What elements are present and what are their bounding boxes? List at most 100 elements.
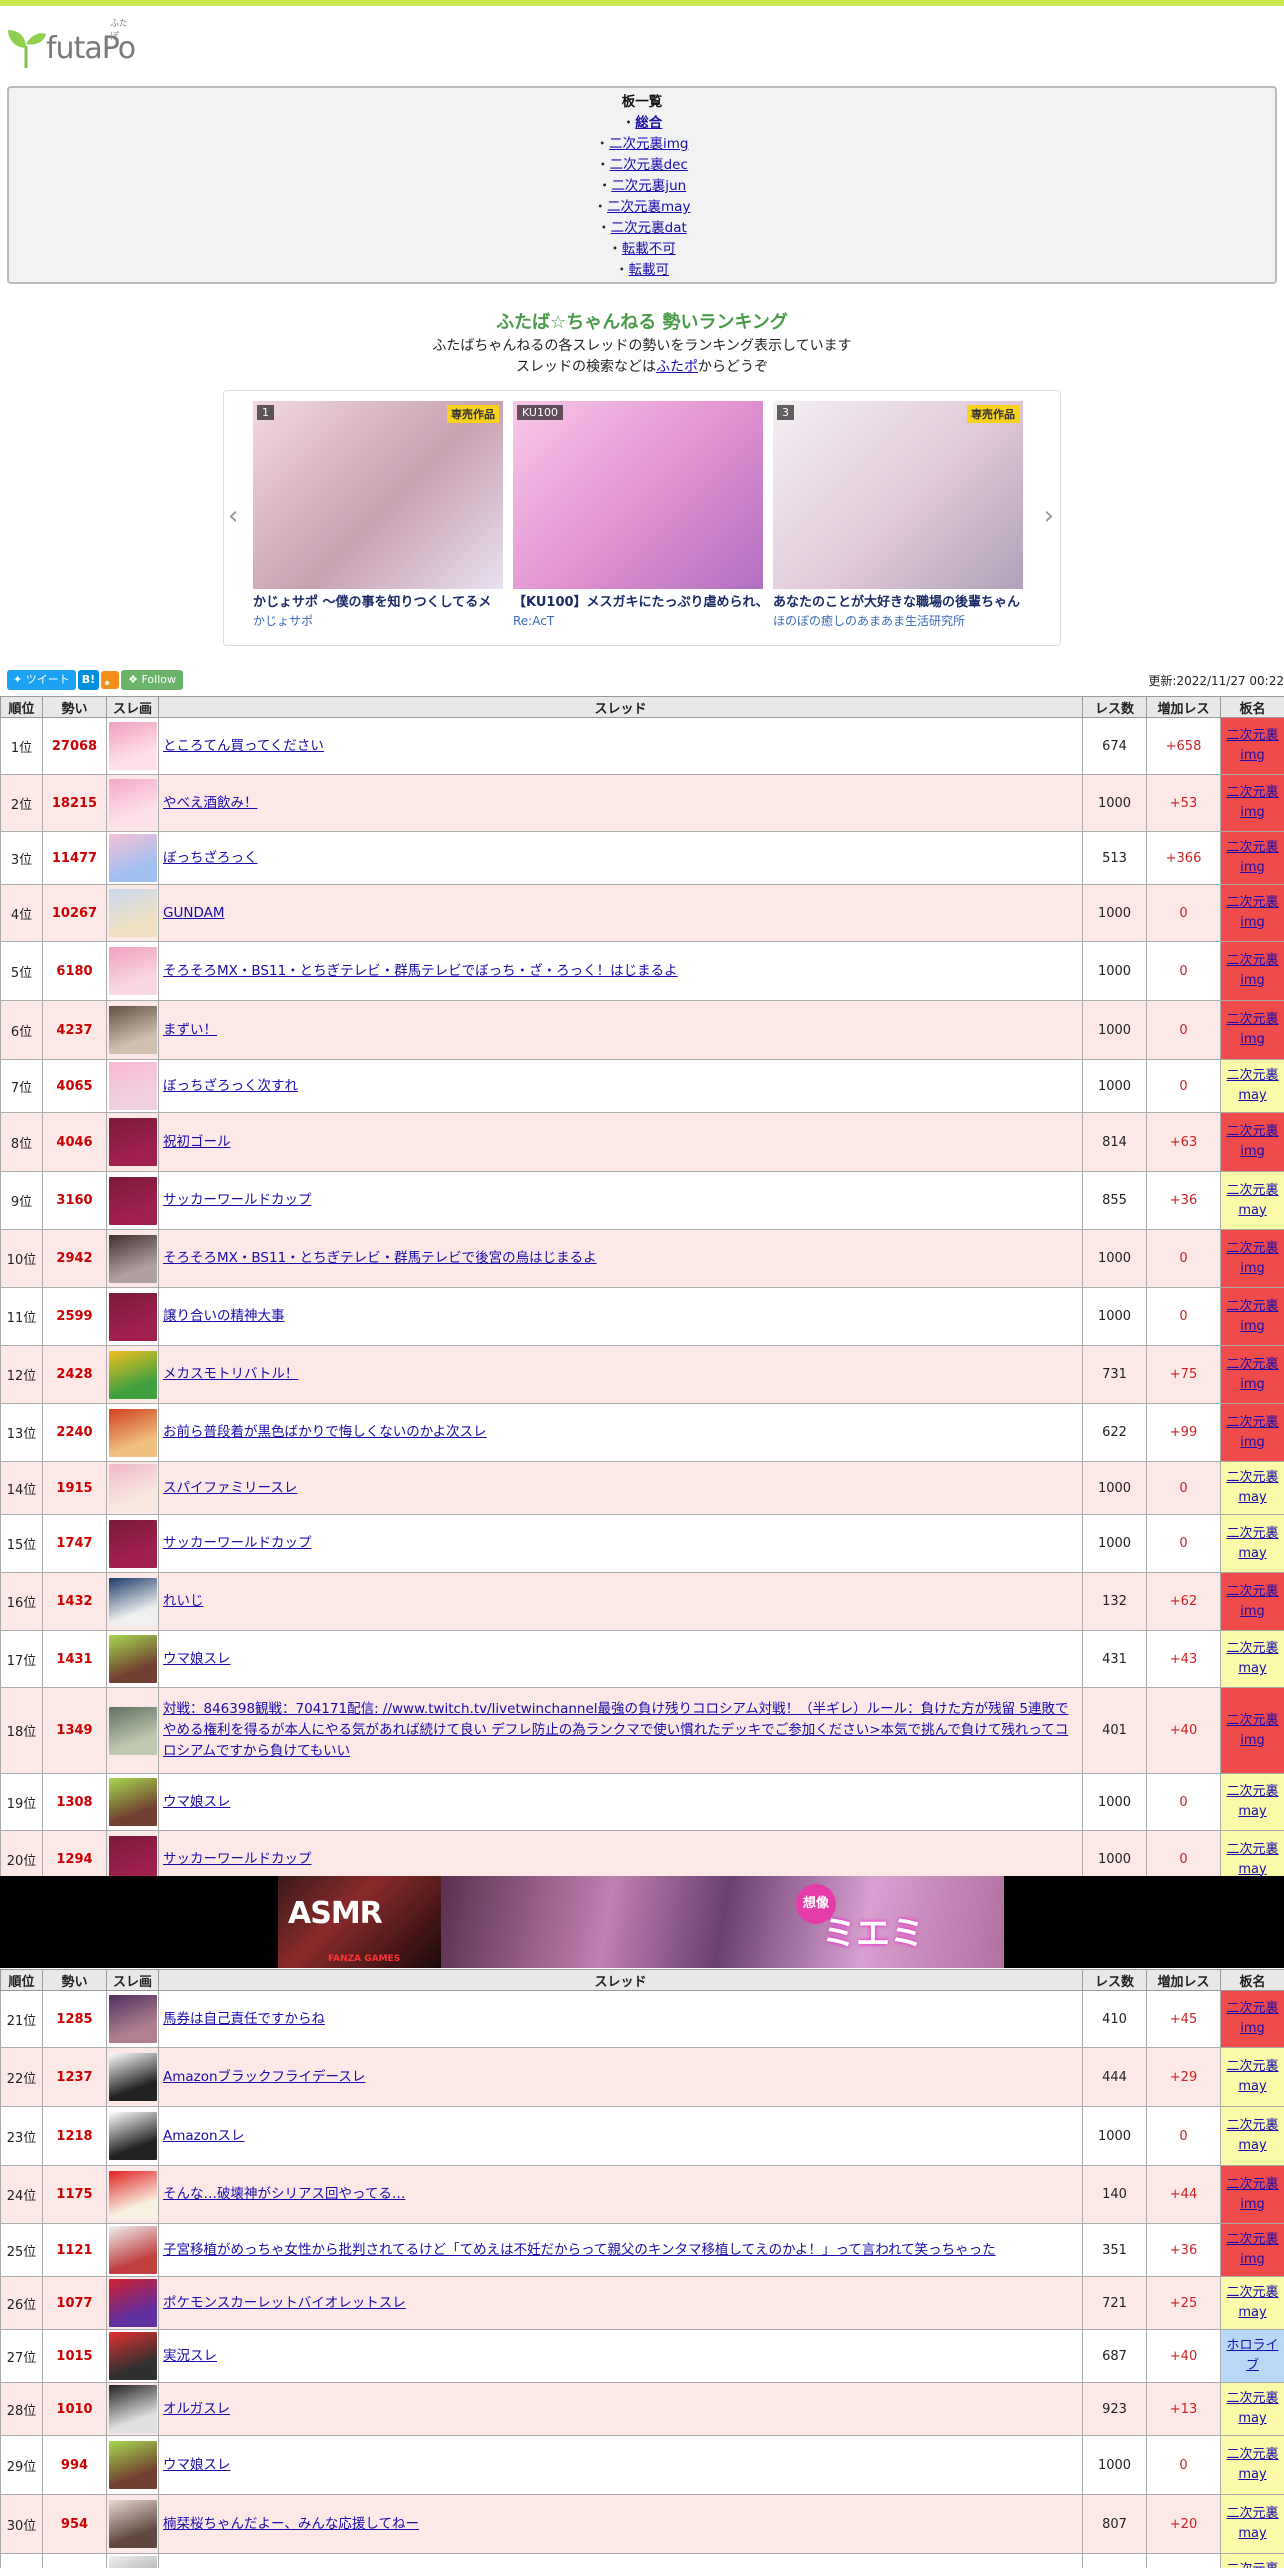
- thread-link[interactable]: 実況スレ: [163, 2348, 217, 2364]
- thread-thumbnail[interactable]: [108, 1635, 157, 1683]
- board-name-link[interactable]: 二次元裏may: [1226, 1641, 1278, 1676]
- thread-thumbnail[interactable]: [108, 1995, 157, 2043]
- board-name-link[interactable]: 二次元裏img: [1226, 1124, 1278, 1159]
- board-name-link[interactable]: 二次元裏may: [1226, 1526, 1278, 1561]
- thread-thumbnail[interactable]: [108, 1577, 157, 1626]
- board-name-link[interactable]: 二次元裏img: [1226, 1299, 1278, 1334]
- thread-thumbnail[interactable]: [108, 889, 157, 937]
- thread-link[interactable]: Amazonブラックフライデースレ: [163, 2069, 365, 2085]
- thread-thumbnail[interactable]: [108, 722, 157, 770]
- board-name-link[interactable]: 二次元裏may: [1226, 2447, 1278, 2482]
- board-name-link[interactable]: 二次元裏img: [1226, 2001, 1278, 2036]
- board-link[interactable]: ニュース: [622, 283, 675, 284]
- thumb-cell[interactable]: [106, 2382, 159, 2436]
- thumb-cell[interactable]: [106, 1572, 159, 1631]
- thread-link[interactable]: そろそろMX・BS11・とちぎテレビ・群馬テレビで後宮の烏はじまるよ: [163, 1250, 597, 1266]
- board-link[interactable]: 転載不可: [622, 241, 676, 257]
- board-name-link[interactable]: 二次元裏may: [1226, 2562, 1278, 2568]
- hatena-bookmark-button[interactable]: B!: [77, 670, 100, 690]
- carousel-card-title[interactable]: あなたのことが大好きな職場の後輩ちゃん: [773, 593, 1023, 613]
- board-name-link[interactable]: 二次元裏img: [1226, 728, 1278, 763]
- thread-thumbnail[interactable]: [108, 2112, 157, 2160]
- carousel-card[interactable]: 3 専売作品 あなたのことが大好きな職場の後輩ちゃん ほのぼの癒しのあまあま生活研究所: [773, 401, 1023, 629]
- thread-link[interactable]: そろそろMX・BS11・とちぎテレビ・群馬テレビでぼっち・ざ・ろっく！はじまるよ: [163, 963, 678, 979]
- thread-thumbnail[interactable]: [108, 1006, 157, 1054]
- thread-thumbnail[interactable]: [108, 779, 157, 827]
- carousel-card-image[interactable]: 1 専売作品: [253, 401, 503, 589]
- thumb-cell[interactable]: [106, 2223, 159, 2277]
- board-name-link[interactable]: 二次元裏img: [1226, 1713, 1278, 1748]
- thread-thumbnail[interactable]: [108, 1118, 157, 1166]
- board-name-link[interactable]: 二次元裏may: [1226, 2506, 1278, 2541]
- carousel-card-image[interactable]: KU100: [513, 401, 763, 589]
- thread-link[interactable]: そんな…破壊神がシリアス回やってる…: [163, 2186, 405, 2202]
- board-link[interactable]: 二次元裏may: [607, 199, 690, 215]
- thread-link[interactable]: サッカーワールドカップ: [163, 1535, 312, 1551]
- carousel-card-circle[interactable]: Re:AcT: [513, 613, 763, 629]
- thumb-cell[interactable]: [106, 2435, 159, 2495]
- thread-link[interactable]: 対戦：846398観戦：704171配信: //www.twitch.tv/li…: [163, 1701, 1068, 1759]
- thread-link[interactable]: ウマ娘スレ: [163, 1794, 231, 1810]
- thumb-cell[interactable]: [106, 2106, 159, 2166]
- tweet-button[interactable]: ✦ ツイート: [7, 670, 76, 690]
- board-name-link[interactable]: 二次元裏img: [1226, 1241, 1278, 1276]
- board-name-link[interactable]: 二次元裏img: [1226, 1357, 1278, 1392]
- thread-link[interactable]: Amazonスレ: [163, 2128, 245, 2144]
- board-name-link[interactable]: 二次元裏img: [1226, 895, 1278, 930]
- thread-link[interactable]: 馬券は自己責任ですからね: [163, 2011, 325, 2027]
- board-name-link[interactable]: 二次元裏img: [1226, 785, 1278, 820]
- thumb-cell[interactable]: [106, 1059, 159, 1113]
- thread-thumbnail[interactable]: [108, 2170, 157, 2219]
- board-name-link[interactable]: 二次元裏may: [1226, 1470, 1278, 1505]
- follow-button[interactable]: ❖ Follow: [121, 670, 183, 690]
- thread-thumbnail[interactable]: [108, 1292, 157, 1341]
- carousel-card-image[interactable]: 3 専売作品: [773, 401, 1023, 589]
- thread-thumbnail[interactable]: [108, 1464, 157, 1512]
- thumb-cell[interactable]: [106, 2047, 159, 2107]
- thread-link[interactable]: オルガスレ: [163, 2401, 230, 2417]
- thread-link[interactable]: まずい！: [163, 1022, 217, 1038]
- thread-thumbnail[interactable]: [108, 2226, 157, 2274]
- thumb-cell[interactable]: [106, 1990, 159, 2048]
- thread-thumbnail[interactable]: [108, 1706, 157, 1755]
- thread-thumbnail[interactable]: [108, 947, 157, 995]
- thread-thumbnail[interactable]: [108, 2441, 157, 2489]
- board-name-link[interactable]: 二次元裏img: [1226, 2232, 1278, 2267]
- thread-link[interactable]: 楠栞桜ちゃんだよー、みんな応援してねー: [163, 2516, 419, 2532]
- board-name-link[interactable]: 二次元裏may: [1226, 1842, 1278, 1877]
- board-link[interactable]: 二次元裏jun: [611, 178, 686, 194]
- board-name-link[interactable]: ホロライブ: [1226, 2338, 1278, 2373]
- carousel-card-circle[interactable]: かじょサポ: [253, 613, 503, 629]
- carousel-card-title[interactable]: 【KU100】メスガキにたっぷり虐められ、: [513, 593, 763, 613]
- thumb-cell[interactable]: [106, 941, 159, 1001]
- thumb-cell[interactable]: [106, 1112, 159, 1172]
- board-name-link[interactable]: 二次元裏may: [1226, 2391, 1278, 2426]
- thread-thumbnail[interactable]: [108, 2500, 157, 2548]
- thread-thumbnail[interactable]: [108, 2279, 157, 2327]
- board-name-link[interactable]: 二次元裏may: [1226, 2059, 1278, 2094]
- thread-link[interactable]: ポケモンスカーレットバイオレットスレ: [163, 2295, 406, 2311]
- thread-thumbnail[interactable]: [108, 1519, 157, 1568]
- thumb-cell[interactable]: [106, 2329, 159, 2383]
- thread-link[interactable]: 祝初ゴール: [163, 1134, 231, 1150]
- thread-thumbnail[interactable]: [108, 2385, 157, 2433]
- thread-link[interactable]: ところてん買ってください: [163, 738, 324, 754]
- carousel-card[interactable]: 1 専売作品 かじょサポ ～僕の事を知りつくしてるメ かじょサポ: [253, 401, 503, 629]
- carousel-card[interactable]: KU100 【KU100】メスガキにたっぷり虐められ、 Re:AcT: [513, 401, 763, 629]
- futapo-link[interactable]: ふたポ: [656, 359, 698, 375]
- thread-link[interactable]: れいじ: [163, 1593, 204, 1609]
- thumb-cell[interactable]: [106, 1403, 159, 1462]
- thread-thumbnail[interactable]: [108, 2556, 157, 2568]
- thread-link[interactable]: 譲り合いの精神大事: [163, 1308, 285, 1324]
- board-name-link[interactable]: 二次元裏may: [1226, 2285, 1278, 2320]
- thumb-cell[interactable]: [106, 1514, 159, 1573]
- board-name-link[interactable]: 二次元裏img: [1226, 1012, 1278, 1047]
- thread-link[interactable]: ぼっちざろっく次すれ: [163, 1078, 298, 1094]
- thread-link[interactable]: 子宮移植がめっちゃ女性から批判されてるけど「てめえは不妊だからって親父のキンタマ…: [163, 2242, 996, 2258]
- thumb-cell[interactable]: [106, 1171, 159, 1230]
- thumb-cell[interactable]: [106, 1461, 159, 1515]
- thread-thumbnail[interactable]: [108, 1350, 157, 1399]
- ad-banner-left[interactable]: ASMR FANZA GAMES: [278, 1876, 441, 1968]
- board-link[interactable]: 転載可: [629, 262, 670, 278]
- thread-link[interactable]: スパイファミリースレ: [163, 1480, 297, 1496]
